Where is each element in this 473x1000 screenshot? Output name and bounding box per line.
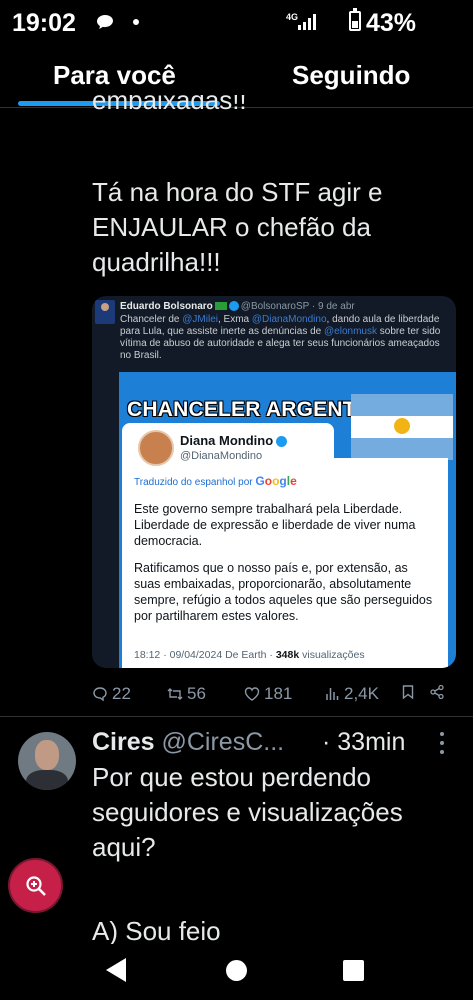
embed-handle: @BolsonaroSP · 9 de abr: [240, 301, 355, 312]
card-paragraph-1: Este governo sempre trabalhará pela Libe…: [134, 502, 416, 548]
post-text: Tá na hora do STF agir e ENJAULAR o chef…: [92, 177, 383, 277]
share-button[interactable]: [429, 684, 445, 700]
like-icon: [244, 687, 260, 701]
brazil-flag-icon: [214, 302, 227, 311]
battery-icon: [349, 8, 361, 31]
card-handle: @DianaMondino: [180, 450, 263, 462]
post-text: Por que estou perdendo seguidores e visu…: [92, 762, 403, 862]
chat-bubble-icon: [97, 15, 113, 29]
repost-count: 56: [187, 684, 206, 703]
views-button[interactable]: 2,4K: [324, 684, 379, 704]
avatar[interactable]: [18, 732, 76, 790]
recents-icon[interactable]: [343, 960, 364, 981]
post-author[interactable]: Cires @CiresC...: [92, 728, 284, 757]
translation-note: Traduzido do espanhol por Google: [134, 474, 297, 488]
embed-text: Chanceler de @JMilei, Exma @DianaMondino…: [120, 314, 441, 361]
tab-para-voce[interactable]: Para você: [53, 60, 176, 91]
argentina-flag-icon: [351, 394, 453, 460]
post-divider: [0, 716, 473, 717]
system-nav-bar: [0, 944, 473, 1000]
bookmark-button[interactable]: [400, 684, 416, 700]
post-actions: 22 56 181 2,4K: [92, 684, 452, 704]
post-time: · 33min: [322, 728, 406, 756]
reply-count: 22: [112, 684, 131, 703]
verified-icon: [276, 436, 288, 448]
status-time: 19:02: [12, 9, 76, 37]
views-count: 2,4K: [344, 684, 379, 703]
card-avatar: [138, 430, 174, 466]
battery-percent: 43%: [366, 9, 417, 37]
card-paragraph-2: Ratificamos que o nosso país e, por exte…: [134, 561, 433, 623]
repost-icon: [167, 688, 183, 700]
signal-icon: [298, 14, 316, 30]
embed-avatar: [95, 300, 115, 324]
more-icon[interactable]: [440, 732, 446, 754]
post-text-fragment: embaixadas!!: [92, 95, 247, 115]
home-icon[interactable]: [226, 960, 247, 981]
embedded-image[interactable]: Eduardo Bolsonaro @BolsonaroSP · 9 de abr…: [92, 296, 456, 668]
reply-button[interactable]: 22: [92, 684, 131, 704]
tab-seguindo[interactable]: Seguindo: [292, 60, 410, 91]
zoom-in-icon: [25, 875, 46, 896]
google-logo: Google: [255, 474, 297, 488]
bookmark-icon: [402, 685, 414, 700]
verified-icon: [228, 301, 239, 312]
views-icon: [326, 688, 339, 700]
zoom-in-button[interactable]: [8, 858, 63, 913]
card-meta: 18:12 · 09/04/2024 De Earth · 348k visua…: [134, 649, 365, 661]
like-count: 181: [264, 684, 293, 703]
repost-button[interactable]: 56: [167, 684, 206, 704]
card-name: Diana Mondino: [180, 433, 288, 448]
network-type: 4G: [286, 12, 299, 22]
back-icon[interactable]: [106, 958, 126, 982]
reply-icon: [93, 687, 107, 702]
notification-dot: [133, 19, 139, 25]
share-icon: [430, 684, 444, 700]
like-button[interactable]: 181: [244, 684, 292, 704]
embed-header: Eduardo Bolsonaro @BolsonaroSP · 9 de abr: [120, 301, 355, 312]
embed-author: Eduardo Bolsonaro: [120, 301, 213, 312]
status-bar: 19:02 4G 43%: [0, 0, 473, 48]
